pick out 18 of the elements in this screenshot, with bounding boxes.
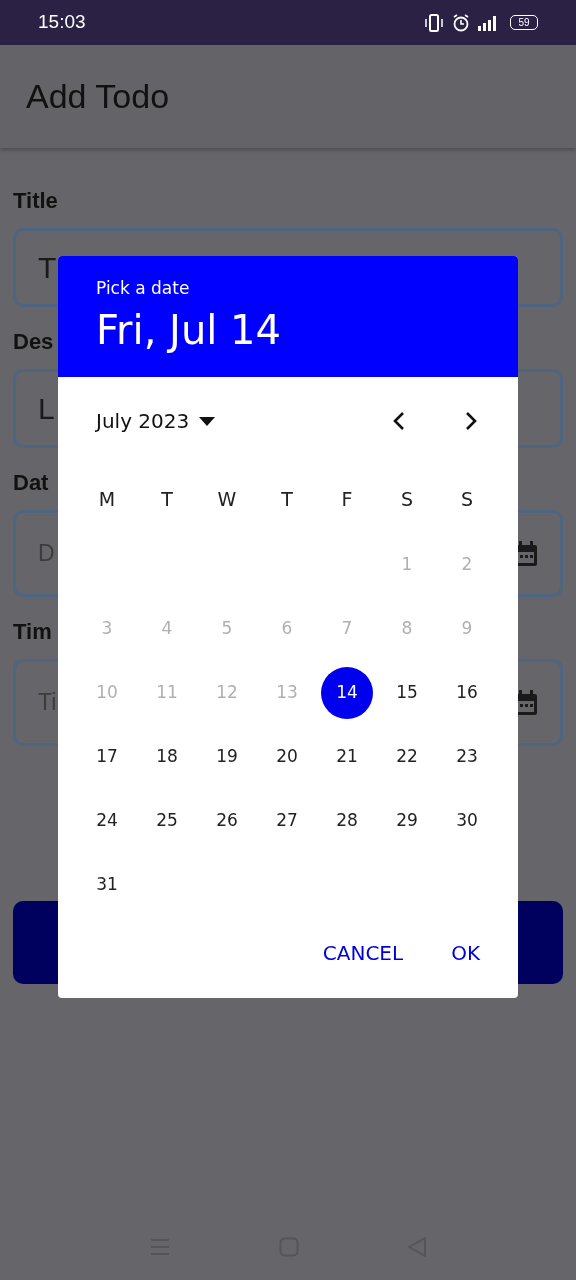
field-value: L: [38, 391, 55, 427]
field-label: Dat: [13, 470, 49, 496]
weekday-label: S: [400, 486, 414, 512]
weekday-label: T: [161, 486, 173, 512]
weekday-label: W: [217, 486, 237, 512]
selected-date-headline: Fri, Jul 14: [96, 306, 281, 355]
dialog-subtitle: Pick a date: [96, 277, 190, 300]
app-title: Add Todo: [26, 76, 170, 117]
weekday-label: T: [281, 486, 293, 512]
weekday-label: M: [98, 486, 116, 512]
weekday-label: F: [341, 486, 353, 512]
weekday-label: S: [460, 486, 474, 512]
field-label: Tim: [13, 619, 52, 645]
field-value: T: [38, 250, 57, 286]
field-label: Des: [13, 329, 54, 355]
battery-indicator: 59: [510, 15, 538, 30]
field-label: Title: [13, 188, 58, 214]
status-time: 15:03: [38, 10, 86, 35]
